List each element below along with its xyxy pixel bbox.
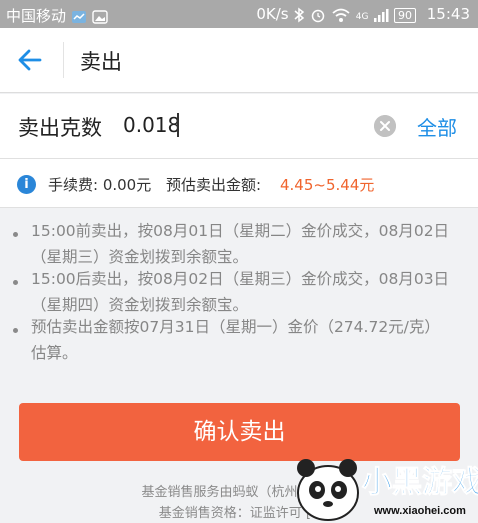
- fee-text: 手续费: 0.00元: [48, 176, 152, 194]
- list-item: 15:00后卖出，按08月02日（星期三）金价成交，08月03日 （星期四）资金…: [31, 266, 461, 318]
- watermark-brand: 小黑游戏: [362, 466, 478, 499]
- list-item: 15:00前卖出，按08月01日（星期二）金价成交，08月02日 （星期三）资金…: [31, 218, 461, 270]
- clock: 15:43: [426, 5, 470, 23]
- header-divider: [63, 42, 64, 78]
- text-cursor: [177, 113, 179, 137]
- note-line: 估算。: [31, 344, 78, 362]
- list-item: 预估卖出金额按07月31日（星期一）金价（274.72元/克） 估算。: [31, 314, 461, 366]
- estimate-label: 预估卖出金额:: [166, 176, 262, 194]
- bullet-dot: [13, 328, 18, 333]
- carrier-label: 中国移动: [6, 7, 67, 25]
- signal-icon: [374, 8, 389, 22]
- alarm-icon: [311, 9, 325, 22]
- note-line: 预估卖出金额按07月31日（星期一）金价（274.72元/克）: [31, 318, 440, 336]
- status-bar: 中国移动 0K/s 4G 90 15:43: [0, 0, 478, 28]
- net-speed: 0K/s: [256, 5, 289, 23]
- wifi-icon: [332, 8, 350, 22]
- back-arrow-icon[interactable]: [16, 46, 44, 74]
- all-button[interactable]: 全部: [417, 112, 457, 141]
- message-icon: [71, 10, 86, 23]
- network-type: 4G: [355, 12, 369, 22]
- watermark-url: www.xiaohei.com: [373, 505, 466, 517]
- fee-row: i 手续费: 0.00元 预估卖出金额: 4.45~5.44元: [0, 159, 478, 208]
- amount-label: 卖出克数: [18, 116, 102, 140]
- bullet-dot: [13, 232, 18, 237]
- clear-icon[interactable]: [374, 115, 396, 137]
- bluetooth-icon: [294, 7, 305, 22]
- gallery-icon: [91, 9, 108, 24]
- info-icon: i: [17, 175, 36, 194]
- estimate-range: 4.45~5.44元: [280, 176, 375, 194]
- note-line: 15:00后卖出，按08月02日（星期三）金价成交，08月03日: [31, 270, 450, 288]
- note-line: 15:00前卖出，按08月01日（星期二）金价成交，08月02日: [31, 222, 450, 240]
- page-title: 卖出: [80, 50, 122, 74]
- amount-row: 卖出克数 0.018 全部: [0, 94, 478, 159]
- watermark-logo: 小黑游戏 www.xiaohei.com: [297, 459, 478, 521]
- amount-input[interactable]: 0.018: [123, 113, 180, 137]
- battery-indicator: 90: [393, 8, 416, 23]
- bullet-dot: [13, 280, 18, 285]
- header: 卖出: [0, 28, 478, 93]
